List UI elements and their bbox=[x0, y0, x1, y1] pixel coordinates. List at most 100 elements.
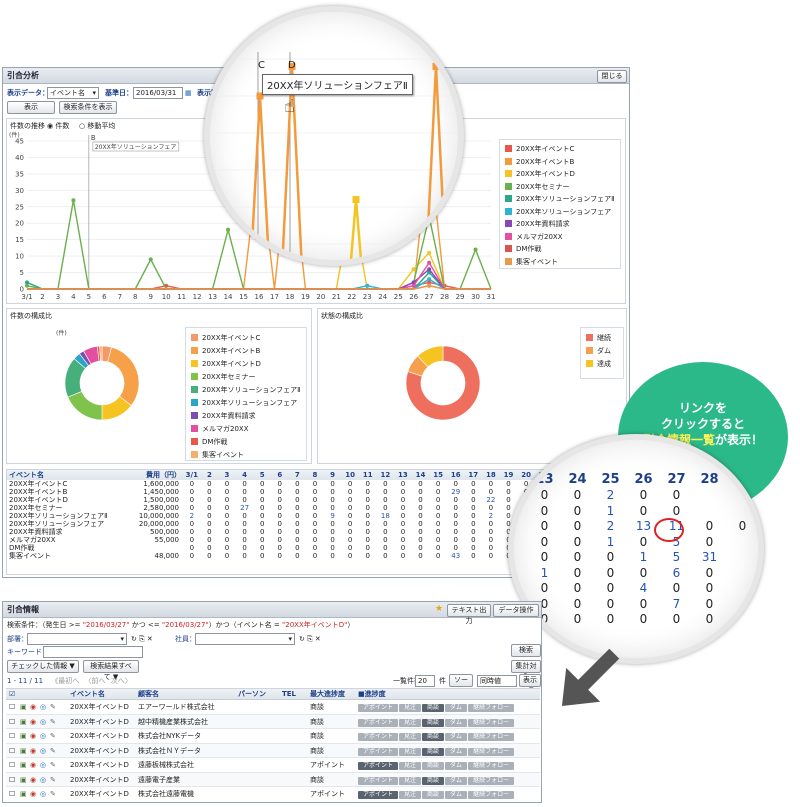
row-checkbox[interactable]: ☐ bbox=[9, 700, 15, 714]
legend-item[interactable]: メルマガ20XX bbox=[505, 232, 563, 242]
count-cell[interactable]: 22 bbox=[482, 496, 500, 504]
list-item[interactable]: ☐ ▣ ◉ ◎ ✎ 20XX年イベントD 遠藤電子産業 商談 アポイント 見注 商談 ダム 継続フォロー… bbox=[6, 772, 540, 799]
zoom-count-cell[interactable]: 1 bbox=[528, 566, 561, 582]
column-header[interactable]: 6 bbox=[271, 470, 289, 480]
row-edit-icon[interactable]: ◉ bbox=[30, 700, 36, 714]
row-customer[interactable]: 越中精機産業株式会社 bbox=[138, 715, 208, 729]
zoom-count-cell[interactable]: 31 bbox=[693, 550, 726, 566]
column-header[interactable]: 16 bbox=[447, 470, 465, 480]
staff-select[interactable]: ▾ bbox=[195, 633, 295, 645]
column-header[interactable]: 14 bbox=[412, 470, 430, 480]
count-cell[interactable]: 43 bbox=[447, 552, 465, 560]
legend-item[interactable]: 20XX年イベントD bbox=[505, 170, 575, 179]
row-checkbox[interactable]: ☐ bbox=[9, 773, 15, 787]
keyword-input[interactable] bbox=[43, 646, 143, 658]
row-edit-icon[interactable]: ◉ bbox=[30, 729, 36, 743]
list-item[interactable]: ☐ ▣ ◉ ◎ ✎ 20XX年イベントD 株式会社遠藤電機 アポイント アポイント 見注 商談 ダム継… bbox=[6, 787, 540, 801]
column-header[interactable]: 7 bbox=[289, 470, 307, 480]
row-event[interactable]: 20XX年イベントD bbox=[70, 787, 129, 801]
row-view-icon[interactable]: ◎ bbox=[40, 758, 46, 772]
count-cell[interactable]: 2 bbox=[482, 512, 500, 520]
zoom-count-cell[interactable]: 1 bbox=[594, 504, 627, 520]
row-note-icon[interactable]: ✎ bbox=[50, 787, 56, 801]
row-action-icons[interactable]: ▣ bbox=[20, 729, 27, 743]
row-event[interactable]: 20XX年イベントD bbox=[70, 729, 129, 743]
show-button[interactable]: 表示 bbox=[7, 101, 55, 114]
legend-item[interactable]: 20XX年イベントB bbox=[191, 347, 260, 356]
legend-item[interactable]: 20XX年セミナー bbox=[191, 373, 256, 382]
row-customer[interactable]: 遠藤板械株式会社 bbox=[138, 758, 194, 772]
row-event[interactable]: 20XX年イベントD bbox=[70, 715, 129, 729]
base-date-input[interactable]: 2016/03/31 bbox=[133, 87, 183, 99]
row-edit-icon[interactable]: ◉ bbox=[30, 744, 36, 758]
all-results-button[interactable]: 検索結果すべて ▼ bbox=[83, 660, 139, 681]
legend-item[interactable]: 20XX年イベントB bbox=[505, 157, 574, 167]
checked-info-button[interactable]: チェックした情報 ▼ bbox=[7, 660, 79, 673]
next-link[interactable]: 次へ〉 bbox=[111, 677, 132, 685]
row-note-icon[interactable]: ✎ bbox=[50, 700, 56, 714]
row-edit-icon[interactable]: ◉ bbox=[30, 773, 36, 787]
legend-item[interactable]: 20XX年イベントC bbox=[505, 145, 574, 154]
column-header[interactable]: 10 bbox=[341, 470, 359, 480]
row-checkbox[interactable]: ☐ bbox=[9, 744, 15, 758]
row-note-icon[interactable]: ✎ bbox=[50, 715, 56, 729]
column-header[interactable]: 5 bbox=[253, 470, 271, 480]
legend-item[interactable]: 20XX年資料請求 bbox=[191, 412, 256, 421]
legend-item[interactable]: 継続 bbox=[586, 334, 611, 343]
row-note-icon[interactable]: ✎ bbox=[50, 744, 56, 758]
column-header[interactable]: 17 bbox=[465, 470, 483, 480]
row-checkbox[interactable]: ☐ bbox=[9, 715, 15, 729]
row-action-icons[interactable]: ▣ bbox=[20, 715, 27, 729]
calendar-icon[interactable]: ▦ bbox=[185, 88, 192, 98]
staff-tool-icons[interactable]: ↻ ⎘ ✕ bbox=[299, 634, 321, 644]
zoom-count-cell[interactable]: 2 bbox=[594, 488, 627, 504]
list-item[interactable]: ☐ ▣ ◉ ◎ ✎ 20XX年イベントD 遠藤板械株式会社 アポイント アポイント 見注 商談 ダム継… bbox=[6, 758, 540, 784]
column-header[interactable]: 2 bbox=[201, 470, 219, 480]
count-cell[interactable]: 18 bbox=[377, 512, 395, 520]
sort-select[interactable]: 同時値 bbox=[477, 675, 517, 687]
legend-item[interactable]: ダム bbox=[586, 347, 611, 356]
row-event[interactable]: 20XX年イベントD bbox=[70, 744, 129, 758]
row-event[interactable]: 20XX年イベントD bbox=[70, 773, 129, 787]
zoom-count-cell[interactable]: 6 bbox=[660, 566, 693, 582]
legend-item[interactable]: 集客イベント bbox=[505, 257, 558, 267]
select-all-checkbox[interactable]: ☑ bbox=[9, 689, 15, 700]
column-header[interactable]: 9 bbox=[324, 470, 342, 480]
row-view-icon[interactable]: ◎ bbox=[40, 729, 46, 743]
legend-item[interactable]: 達成 bbox=[586, 360, 611, 369]
legend-item[interactable]: DM作戦 bbox=[191, 438, 227, 447]
row-checkbox[interactable]: ☐ bbox=[9, 758, 15, 772]
show-search-conditions-button[interactable]: 検索条件を表示 bbox=[59, 101, 117, 114]
column-header[interactable]: 3 bbox=[218, 470, 236, 480]
sort-button[interactable]: ソート bbox=[449, 674, 473, 695]
column-header[interactable]: 13 bbox=[394, 470, 412, 480]
column-header[interactable]: 3/1 bbox=[183, 470, 201, 480]
row-edit-icon[interactable]: ◉ bbox=[30, 787, 36, 801]
first-link[interactable]: 《最初へ bbox=[51, 677, 79, 685]
count-cell[interactable]: 29 bbox=[447, 488, 465, 496]
aggregate-button[interactable]: 集計対象 bbox=[511, 660, 541, 681]
row-action-icons[interactable]: ▣ bbox=[20, 700, 27, 714]
zoom-count-cell[interactable]: 2 bbox=[594, 519, 627, 535]
row-customer[interactable]: エアーワールド株式会社 bbox=[138, 700, 215, 714]
legend-item[interactable]: メルマガ20XX bbox=[191, 425, 249, 434]
zoom-count-cell[interactable]: 7 bbox=[660, 597, 693, 613]
star-icon[interactable]: ★ bbox=[435, 604, 443, 614]
list-item[interactable]: ☐ ▣ ◉ ◎ ✎ 20XX年イベントD 株式会社NYKデータ 商談 アポイント 見注 商談 ダム 継続… bbox=[6, 729, 540, 755]
row-event[interactable]: 20XX年イベントD bbox=[70, 758, 129, 772]
column-header[interactable]: 15 bbox=[429, 470, 447, 480]
row-action-icons[interactable]: ▣ bbox=[20, 758, 27, 772]
row-customer[interactable]: 株式会社NYKデータ bbox=[138, 729, 201, 743]
row-edit-icon[interactable]: ◉ bbox=[30, 715, 36, 729]
column-header[interactable]: 18 bbox=[482, 470, 500, 480]
row-edit-icon[interactable]: ◉ bbox=[30, 758, 36, 772]
close-button[interactable]: 閉じる bbox=[597, 70, 627, 83]
row-action-icons[interactable]: ▣ bbox=[20, 787, 27, 801]
search-button[interactable]: 検索 bbox=[511, 644, 541, 657]
row-note-icon[interactable]: ✎ bbox=[50, 773, 56, 787]
column-header[interactable]: 8 bbox=[306, 470, 324, 480]
row-note-icon[interactable]: ✎ bbox=[50, 729, 56, 743]
per-page-select[interactable]: 20 bbox=[415, 675, 435, 687]
row-view-icon[interactable]: ◎ bbox=[40, 787, 46, 801]
zoom-count-cell[interactable]: 1 bbox=[627, 550, 660, 566]
